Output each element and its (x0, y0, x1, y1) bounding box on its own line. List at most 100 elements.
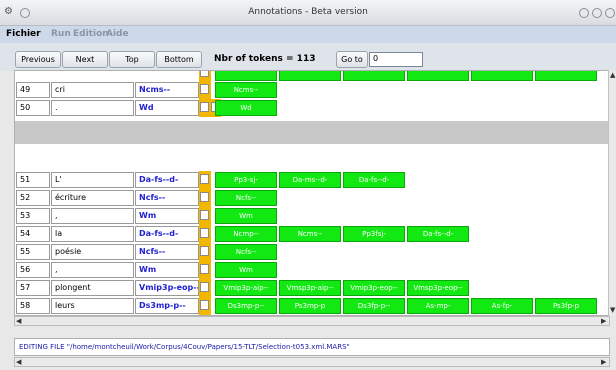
scroll-up-icon[interactable]: ▲ (610, 71, 615, 79)
candidate-tag-button[interactable]: Wm (215, 208, 277, 224)
scroll-left-icon[interactable]: ◀ (16, 358, 21, 366)
table-row: 52 écriture Ncfs-- Ncfs-- (15, 189, 609, 207)
token-index: 51 (16, 172, 50, 188)
candidate-tag-button[interactable]: Ncfs-- (215, 190, 277, 206)
token-grid: 49 cri Ncms-- Ncms-- 50. Wd Wd 51 L' Da-fs--d- Pp3… (14, 70, 610, 316)
candidate-tag-button[interactable]: Wd (215, 100, 277, 116)
token-tag-field[interactable]: Ds3mp-p-- (135, 298, 199, 314)
token-count: Nbr of tokens = 113 (214, 54, 316, 64)
table-row: 57 plongent Vmip3p-eop-- Vmip3p-aip-- Vmsp3p… (15, 279, 609, 297)
checkbox[interactable] (200, 228, 209, 238)
menu-edition[interactable]: Edition (73, 29, 109, 39)
scroll-right-icon[interactable]: ▶ (601, 358, 606, 366)
token-word: écriture (51, 190, 134, 206)
candidate-cell[interactable] (535, 71, 597, 81)
checkbox-column (199, 243, 211, 261)
menu-aide[interactable]: Aide (106, 29, 129, 39)
candidate-tag-button[interactable]: Wm (215, 262, 277, 278)
token-tag-field[interactable]: Vmip3p-eop-- (135, 280, 199, 296)
token-word: leurs (51, 298, 134, 314)
top-button[interactable]: Top (109, 51, 155, 68)
candidate-tag-button[interactable]: Ncmp-- (215, 226, 277, 242)
token-tag-field[interactable]: Da-fs--d- (135, 226, 199, 242)
checkbox-column (199, 81, 211, 99)
candidate-tag-button[interactable]: Ncms-- (215, 82, 277, 98)
token-tag-field[interactable]: Ncfs-- (135, 244, 199, 260)
scroll-down-icon[interactable]: ▼ (610, 306, 615, 314)
checkbox[interactable] (200, 300, 209, 310)
candidate-tag-button[interactable]: Ds3fp-p-- (343, 298, 405, 314)
checkbox-column (199, 207, 211, 225)
checkbox[interactable] (200, 84, 209, 94)
goto-input[interactable]: 0 (369, 52, 423, 67)
close-icon[interactable] (605, 8, 615, 18)
candidate-tag-button[interactable]: Ps3fp-p (535, 298, 597, 314)
candidate-tag-button[interactable]: Pp3-sj- (215, 172, 277, 188)
token-index: 58 (16, 298, 50, 314)
checkbox-column (199, 189, 211, 207)
candidate-cell[interactable] (215, 71, 277, 81)
table-row: 49 cri Ncms-- Ncms-- (15, 81, 609, 99)
token-tag-field[interactable]: Wd (135, 100, 199, 116)
token-word: la (51, 226, 134, 242)
candidate-cell[interactable] (471, 71, 533, 81)
candidate-tag-button[interactable]: Ncms-- (279, 226, 341, 242)
scroll-right-icon[interactable]: ▶ (601, 317, 606, 325)
menubar: Fichier Run Edition Aide (0, 26, 616, 43)
candidate-tag-button[interactable]: As-fp- (471, 298, 533, 314)
token-tag-field[interactable]: Wm (135, 208, 199, 224)
checkbox-column (199, 225, 211, 243)
table-row: 54 la Da-fs--d- Ncmp-- Ncms-- Pp3fsj- Da-fs--d… (15, 225, 609, 243)
checkbox[interactable] (200, 192, 209, 202)
next-button[interactable]: Next (62, 51, 108, 68)
checkbox[interactable] (200, 102, 209, 112)
token-index: 49 (16, 82, 50, 98)
candidate-tag-button[interactable]: Vmip3p-aip-- (215, 280, 277, 296)
table-row: 55 poésie Ncfs-- Ncfs-- (15, 243, 609, 261)
bottom-button[interactable]: Bottom (156, 51, 202, 68)
candidate-tag-button[interactable]: Vmsp3p-eop-- (407, 280, 469, 296)
table-row: 53, Wm Wm (15, 207, 609, 225)
menu-fichier[interactable]: Fichier (6, 29, 41, 39)
token-tag-field[interactable]: Ncms-- (135, 82, 199, 98)
candidate-tag-button[interactable]: Da-fs--d- (343, 172, 405, 188)
candidate-tag-button[interactable]: As-mp- (407, 298, 469, 314)
checkbox[interactable] (200, 264, 209, 274)
candidate-tag-button[interactable]: Vmsp3p-aip-- (279, 280, 341, 296)
status-horizontal-scrollbar[interactable]: ◀ ▶ (14, 357, 610, 367)
token-index: 50 (16, 100, 50, 116)
candidate-cell[interactable] (343, 71, 405, 81)
token-tag-field[interactable]: Wm (135, 262, 199, 278)
candidate-tag-button[interactable]: Da-ms--d- (279, 172, 341, 188)
token-tag-field[interactable]: Ncfs-- (135, 190, 199, 206)
token-index: 53 (16, 208, 50, 224)
checkbox[interactable] (200, 71, 209, 77)
token-word: poésie (51, 244, 134, 260)
candidate-tag-button[interactable]: Ncfs-- (215, 244, 277, 260)
toolbar: Previous Next Top Bottom Nbr of tokens =… (0, 43, 616, 71)
checkbox[interactable] (200, 246, 209, 256)
token-tag-field[interactable]: Da-fs--d- (135, 172, 199, 188)
candidate-cell[interactable] (407, 71, 469, 81)
checkbox[interactable] (200, 174, 209, 184)
candidate-tag-button[interactable]: Vmip3p-eop-- (343, 280, 405, 296)
checkbox[interactable] (200, 210, 209, 220)
candidate-tag-button[interactable]: Da-fs--d- (407, 226, 469, 242)
token-word: , (51, 262, 134, 278)
maximize-icon[interactable] (592, 8, 602, 18)
scroll-left-icon[interactable]: ◀ (16, 317, 21, 325)
menu-run[interactable]: Run (51, 29, 71, 39)
token-word: . (51, 100, 134, 116)
horizontal-scrollbar[interactable]: ◀ ▶ (14, 316, 610, 326)
candidate-tag-button[interactable]: Pp3fsj- (343, 226, 405, 242)
previous-button[interactable]: Previous (15, 51, 61, 68)
token-index: 56 (16, 262, 50, 278)
window-titlebar: ⚙ Annotations - Beta version (0, 0, 616, 26)
candidate-tag-button[interactable]: Ds3mp-p-- (215, 298, 277, 314)
candidate-cell[interactable] (279, 71, 341, 81)
candidate-tag-button[interactable]: Ps3mp-p (279, 298, 341, 314)
checkbox[interactable] (200, 282, 209, 292)
minimize-icon[interactable] (579, 8, 589, 18)
goto-button[interactable]: Go to (336, 51, 368, 68)
vertical-scrollbar[interactable]: ▲ ▼ (608, 70, 616, 316)
